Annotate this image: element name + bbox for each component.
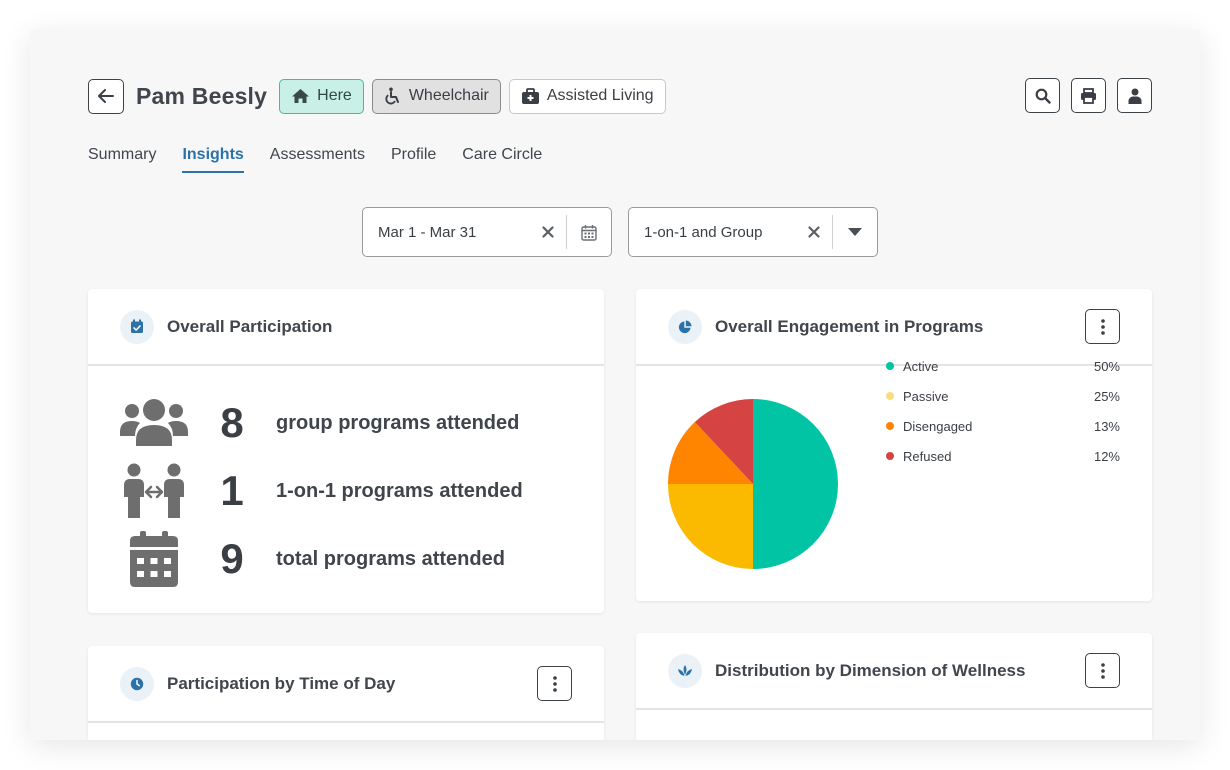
clear-session-type-button[interactable] — [796, 226, 832, 238]
more-vertical-icon — [1100, 318, 1105, 335]
stat-label: 1-on-1 programs attended — [276, 479, 523, 502]
calendar-icon — [581, 224, 597, 241]
legend-label: Passive — [903, 388, 949, 404]
legend-item-disengaged[interactable]: Disengaged 13% — [886, 411, 1120, 441]
legend-value: 25% — [1093, 388, 1120, 404]
tab-care-circle[interactable]: Care Circle — [462, 146, 542, 173]
stat-value: 1 — [220, 467, 244, 514]
session-type-filter[interactable]: 1-on-1 and Group — [628, 207, 878, 257]
session-type-value: 1-on-1 and Group — [644, 223, 763, 241]
tab-profile[interactable]: Profile — [391, 146, 436, 173]
pie-chart-icon — [668, 309, 702, 344]
time-of-day-card: Participation by Time of Day — [88, 646, 604, 740]
pie-slice-passive[interactable] — [668, 484, 753, 569]
tag-wheelchair-label: Wheelchair — [408, 87, 489, 104]
stat-row-group: 8 group programs attended — [118, 389, 519, 457]
legend-label: Disengaged — [903, 418, 973, 434]
mobility-tag-wheelchair[interactable]: Wheelchair — [371, 78, 501, 114]
search-button[interactable] — [1025, 78, 1060, 113]
stat-row-total: 9 total programs attended — [118, 525, 505, 593]
stat-label: group programs attended — [276, 411, 520, 434]
care-level-tag[interactable]: Assisted Living — [508, 78, 666, 114]
medical-kit-icon — [521, 87, 539, 104]
stat-row-one-on-one: 1 1-on-1 programs attended — [118, 457, 523, 525]
resident-name: Pam Beesly — [136, 82, 268, 109]
legend-swatch — [886, 422, 894, 430]
close-icon — [808, 226, 820, 238]
legend-swatch — [886, 392, 894, 400]
more-vertical-icon — [552, 675, 557, 692]
tab-assessments[interactable]: Assessments — [270, 146, 365, 173]
card-header: Participation by Time of Day — [88, 646, 604, 723]
clock-icon — [120, 666, 154, 701]
print-icon — [1081, 87, 1096, 104]
card-menu-button[interactable] — [1085, 653, 1120, 688]
calendar-check-icon — [120, 309, 154, 344]
home-icon — [292, 89, 310, 103]
overall-participation-card: Overall Participation 8 group programs a… — [88, 289, 604, 613]
card-title: Overall Participation — [167, 316, 333, 336]
one-on-one-icon — [118, 463, 190, 519]
resident-header: Pam Beesly Here Wheelchair Assisted Livi… — [88, 78, 674, 114]
stat-value: 9 — [220, 535, 244, 582]
legend-item-passive[interactable]: Passive 25% — [886, 381, 1120, 411]
legend-value: 12% — [1093, 448, 1120, 464]
chart-legend: Active 50% Passive 25% Disengaged 13% Refused 1… — [886, 351, 1120, 471]
print-button[interactable] — [1071, 78, 1106, 113]
card-menu-button[interactable] — [1085, 309, 1120, 344]
wellness-dimension-card: Distribution by Dimension of Wellness — [636, 633, 1152, 740]
user-icon — [1128, 88, 1141, 104]
tag-living-label: Assisted Living — [546, 87, 654, 104]
stat-label: total programs attended — [276, 547, 505, 570]
tag-here-label: Here — [317, 87, 352, 104]
stat-value: 8 — [220, 399, 244, 446]
card-title: Overall Engagement in Programs — [715, 316, 984, 336]
legend-swatch — [886, 452, 894, 460]
wheelchair-icon — [385, 87, 399, 105]
card-title: Distribution by Dimension of Wellness — [715, 660, 1026, 680]
tab-summary[interactable]: Summary — [88, 146, 156, 173]
legend-item-active[interactable]: Active 50% — [886, 351, 1120, 381]
date-range-filter[interactable]: Mar 1 - Mar 31 — [362, 207, 612, 257]
legend-item-refused[interactable]: Refused 12% — [886, 441, 1120, 471]
group-icon — [118, 398, 190, 448]
legend-swatch — [886, 362, 894, 370]
close-icon — [542, 226, 554, 238]
pie-slice-active[interactable] — [753, 399, 838, 569]
lotus-icon — [668, 653, 702, 688]
tab-insights[interactable]: Insights — [182, 146, 244, 173]
arrow-left-icon — [98, 89, 114, 103]
open-calendar-button[interactable] — [567, 224, 611, 241]
legend-value: 50% — [1093, 358, 1120, 374]
session-type-dropdown-button[interactable] — [833, 227, 877, 237]
profile-button[interactable] — [1117, 78, 1152, 113]
legend-value: 13% — [1093, 418, 1120, 434]
card-header: Overall Participation — [88, 289, 604, 366]
card-header: Distribution by Dimension of Wellness — [636, 633, 1152, 710]
date-range-value: Mar 1 - Mar 31 — [378, 223, 477, 241]
card-title: Participation by Time of Day — [167, 673, 396, 693]
more-vertical-icon — [1100, 662, 1105, 679]
overall-engagement-card: Overall Engagement in Programs Active 50%… — [636, 289, 1152, 601]
calendar-icon — [118, 531, 190, 587]
legend-label: Active — [903, 358, 939, 374]
back-button[interactable] — [88, 78, 124, 114]
search-icon — [1035, 88, 1051, 104]
profile-tabs: Summary Insights Assessments Profile Car… — [88, 146, 568, 173]
status-tag-here[interactable]: Here — [279, 78, 364, 114]
header-actions — [1025, 78, 1152, 113]
caret-down-icon — [848, 228, 862, 236]
app-window: Pam Beesly Here Wheelchair Assisted Livi… — [30, 30, 1200, 740]
legend-label: Refused — [903, 448, 952, 464]
engagement-pie-chart — [668, 399, 838, 569]
card-menu-button[interactable] — [537, 666, 572, 701]
clear-date-button[interactable] — [530, 226, 566, 238]
